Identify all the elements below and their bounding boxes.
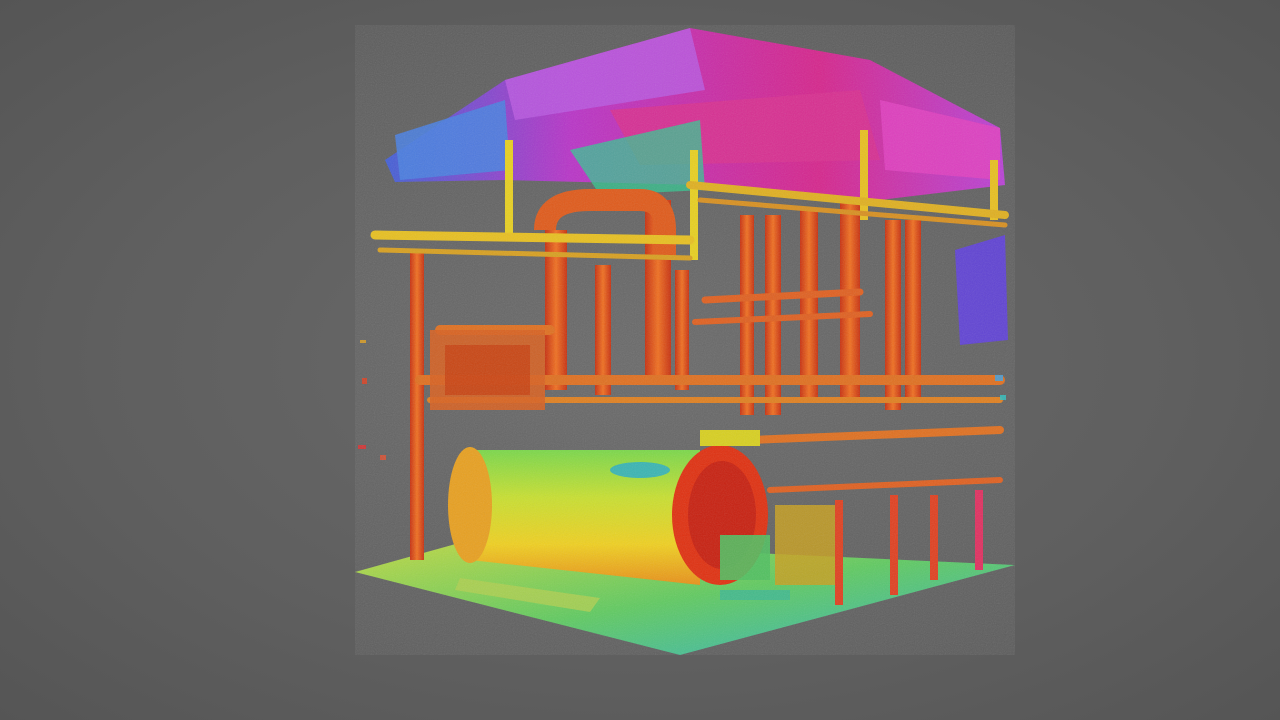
point-cloud-render: [355, 25, 1015, 655]
3d-viewport[interactable]: [0, 0, 1280, 720]
